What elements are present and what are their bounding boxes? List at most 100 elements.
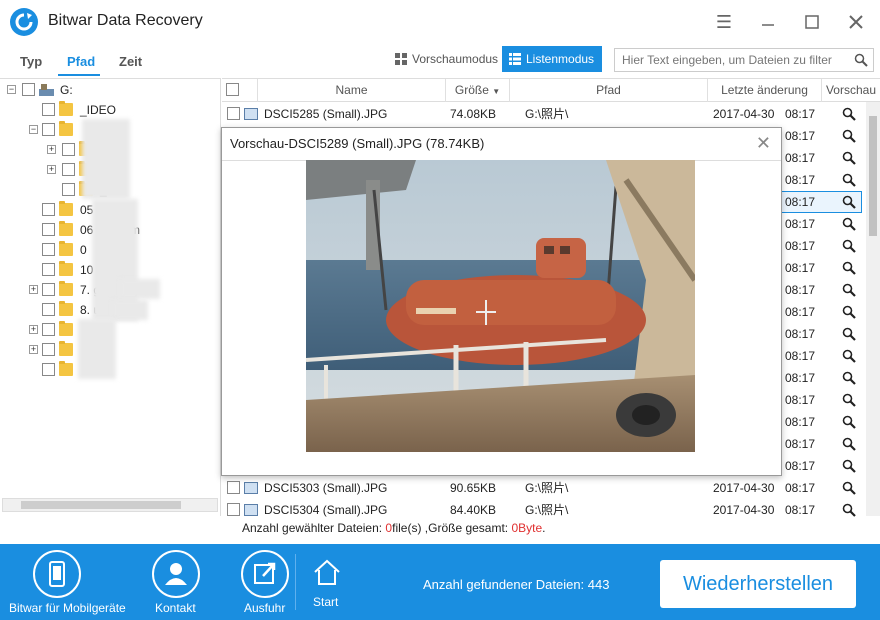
checkbox[interactable]	[22, 83, 35, 96]
app-title: Bitwar Data Recovery	[48, 12, 203, 29]
table-row[interactable]: DSCI5285 (Small).JPG 74.08KB G:\照片\ 2017-04…	[222, 103, 865, 125]
column-path[interactable]: Pfad	[510, 79, 708, 102]
checkbox[interactable]	[42, 263, 55, 276]
mobile-button[interactable]	[33, 550, 81, 598]
magnifier-icon[interactable]	[842, 481, 856, 495]
table-row[interactable]: DSCI5303 (Small).JPG 90.65KB G:\照片\ 2017-04…	[222, 477, 865, 499]
magnifier-icon[interactable]	[842, 503, 856, 517]
maximize-icon[interactable]	[802, 12, 822, 32]
folder-icon	[59, 321, 73, 336]
checkbox[interactable]	[42, 303, 55, 316]
close-icon[interactable]	[846, 12, 866, 32]
file-time: 08:17	[785, 239, 816, 253]
magnifier-icon[interactable]	[842, 217, 856, 231]
drive-icon	[39, 84, 54, 96]
magnifier-icon[interactable]	[842, 393, 856, 407]
tree-horizontal-scrollbar[interactable]	[2, 498, 218, 512]
export-button[interactable]	[241, 550, 289, 598]
checkbox[interactable]	[42, 323, 55, 336]
restore-button[interactable]: Wiederherstellen	[660, 560, 856, 608]
magnifier-icon[interactable]	[842, 283, 856, 297]
search-icon[interactable]	[854, 53, 868, 67]
magnifier-icon[interactable]	[842, 261, 856, 275]
export-label[interactable]: Ausfuhr	[244, 601, 285, 615]
collapse-icon[interactable]: −	[7, 85, 16, 94]
magnifier-icon[interactable]	[842, 349, 856, 363]
checkbox[interactable]	[42, 223, 55, 236]
row-checkbox[interactable]	[227, 481, 240, 494]
column-preview[interactable]: Vorschau	[822, 79, 880, 102]
checkbox[interactable]	[42, 203, 55, 216]
file-name: DSCI5285 (Small).JPG	[264, 107, 388, 121]
file-name: DSCI5304 (Small).JPG	[264, 503, 388, 517]
menu-icon[interactable]: ☰	[714, 12, 734, 32]
magnifier-icon[interactable]	[842, 151, 856, 165]
expand-icon[interactable]: +	[47, 165, 56, 174]
magnifier-icon[interactable]	[842, 371, 856, 385]
row-checkbox[interactable]	[227, 503, 240, 516]
magnifier-icon[interactable]	[842, 129, 856, 143]
mobile-label[interactable]: Bitwar für Mobilgeräte	[9, 601, 126, 615]
list-vertical-scrollbar[interactable]	[866, 102, 880, 516]
checkbox[interactable]	[42, 343, 55, 356]
collapse-icon[interactable]: −	[29, 125, 38, 134]
checkbox[interactable]	[62, 183, 75, 196]
magnifier-icon[interactable]	[842, 305, 856, 319]
redaction-blur	[120, 279, 160, 299]
header-select-all[interactable]	[222, 79, 258, 102]
selection-status: Anzahl gewählter Dateien: 0file(s) ,Größ…	[242, 521, 546, 535]
search-input[interactable]	[615, 49, 845, 71]
magnifier-icon[interactable]	[842, 195, 856, 209]
magnifier-icon[interactable]	[842, 459, 856, 473]
column-modified[interactable]: Letzte änderung	[708, 79, 822, 102]
checkbox[interactable]	[42, 123, 55, 136]
preview-image	[306, 160, 695, 452]
checkbox[interactable]	[42, 283, 55, 296]
redaction-blur	[112, 300, 148, 320]
magnifier-icon[interactable]	[842, 415, 856, 429]
tab-typ[interactable]: Typ	[20, 54, 42, 69]
magnifier-icon[interactable]	[842, 107, 856, 121]
tree-root[interactable]: − G:	[0, 80, 220, 100]
tab-pfad[interactable]: Pfad	[67, 54, 95, 69]
magnifier-icon[interactable]	[842, 173, 856, 187]
home-icon[interactable]	[312, 558, 342, 586]
expand-icon[interactable]: +	[29, 285, 38, 294]
file-time: 08:17	[785, 129, 816, 143]
tree-item-label: 0	[80, 243, 87, 257]
list-mode-button[interactable]: Listenmodus	[502, 46, 603, 72]
contact-label[interactable]: Kontakt	[155, 601, 196, 615]
image-file-icon	[244, 504, 258, 516]
scrollbar-thumb[interactable]	[21, 501, 181, 509]
row-checkbox[interactable]	[227, 107, 240, 120]
column-size[interactable]: Größe ▼	[446, 79, 510, 102]
search-box[interactable]	[614, 48, 874, 72]
checkbox[interactable]	[62, 163, 75, 176]
expand-icon[interactable]: +	[47, 145, 56, 154]
preview-close-icon[interactable]: ✕	[756, 133, 771, 153]
tab-zeit[interactable]: Zeit	[119, 54, 142, 69]
tree-item[interactable]: _IDEO	[0, 100, 220, 120]
column-name[interactable]: Name	[258, 79, 446, 102]
select-all-checkbox[interactable]	[226, 83, 239, 96]
checkbox[interactable]	[42, 363, 55, 376]
scrollbar-thumb[interactable]	[869, 116, 877, 236]
checkbox[interactable]	[42, 243, 55, 256]
file-time: 08:17	[785, 217, 816, 231]
preview-popup: Vorschau-DSCI5289 (Small).JPG (78.74KB) …	[221, 127, 782, 476]
minimize-icon[interactable]	[758, 12, 778, 32]
start-label[interactable]: Start	[313, 595, 338, 609]
contact-button[interactable]	[152, 550, 200, 598]
magnifier-icon[interactable]	[842, 437, 856, 451]
magnifier-icon[interactable]	[842, 239, 856, 253]
magnifier-icon[interactable]	[842, 327, 856, 341]
expand-icon[interactable]: +	[29, 325, 38, 334]
expand-icon[interactable]: +	[29, 345, 38, 354]
table-row[interactable]: DSCI5304 (Small).JPG 84.40KB G:\照片\ 2017-04…	[222, 499, 865, 521]
preview-mode-button[interactable]: Vorschaumodus	[388, 46, 506, 72]
file-time: 08:17	[785, 503, 816, 517]
checkbox[interactable]	[42, 103, 55, 116]
file-time: 08:17	[785, 393, 816, 407]
image-file-icon	[244, 108, 258, 120]
checkbox[interactable]	[62, 143, 75, 156]
